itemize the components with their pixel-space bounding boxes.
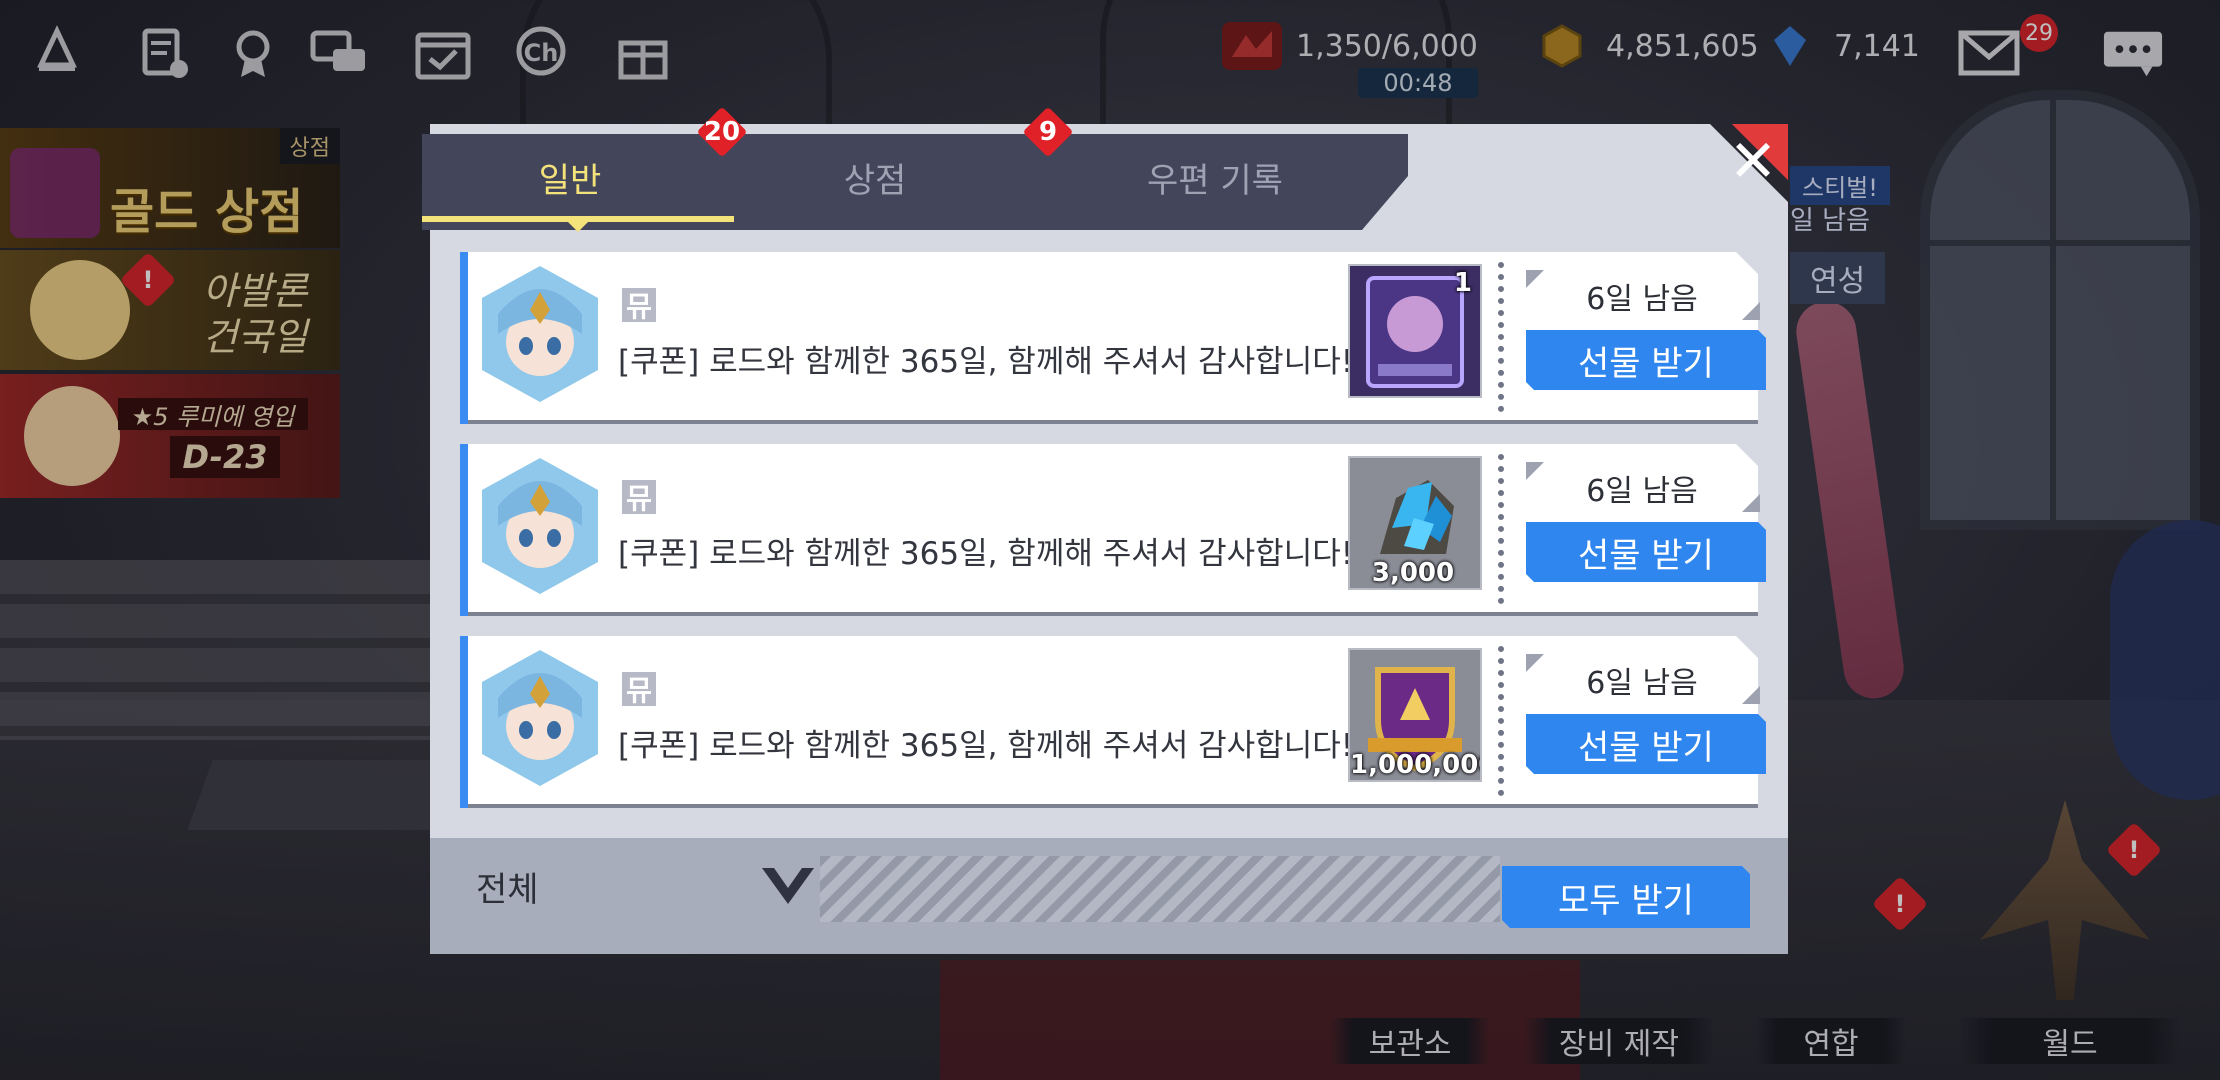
tab-general[interactable]: 일반 bbox=[450, 134, 690, 220]
ticket-perforation bbox=[1498, 454, 1504, 604]
mail-item[interactable]: 뮤 [쿠폰] 로드와 함께한 365일, 함께해 주셔서 감사합니다! 1,00… bbox=[460, 636, 1766, 808]
reward-quantity: 1,000,000 bbox=[1350, 750, 1482, 780]
reward-item[interactable]: 3,000 bbox=[1348, 456, 1482, 590]
active-tab-caret bbox=[566, 220, 590, 232]
sender-name: 뮤 bbox=[622, 480, 656, 515]
claim-all-button[interactable]: 모두 받기 bbox=[1502, 866, 1750, 928]
claim-gift-button[interactable]: 선물 받기 bbox=[1526, 714, 1766, 774]
filter-dropdown-label[interactable]: 전체 bbox=[476, 862, 539, 911]
ticket-perforation bbox=[1498, 646, 1504, 796]
general-tab-badge: 20 bbox=[696, 106, 748, 158]
expiry-label: 6일 남음 bbox=[1586, 666, 1698, 701]
close-icon[interactable]: ✕ bbox=[1726, 132, 1780, 190]
reward-item[interactable]: 1 bbox=[1348, 264, 1482, 398]
expiry-label: 6일 남음 bbox=[1586, 474, 1698, 509]
mail-list: 뮤 [쿠폰] 로드와 함께한 365일, 함께해 주셔서 감사합니다! 1 6일… bbox=[460, 252, 1766, 812]
mailbox-footer: 전체 모두 받기 bbox=[430, 838, 1788, 954]
footer-stripe-decoration bbox=[820, 856, 1500, 922]
reward-quantity: 1 bbox=[1453, 268, 1472, 298]
chevron-down-icon[interactable] bbox=[758, 860, 818, 910]
mail-item[interactable]: 뮤 [쿠폰] 로드와 함께한 365일, 함께해 주셔서 감사합니다! 1 6일… bbox=[460, 252, 1766, 424]
sender-portrait bbox=[478, 648, 602, 788]
reward-quantity: 3,000 bbox=[1371, 558, 1455, 588]
mail-subject: [쿠폰] 로드와 함께한 365일, 함께해 주셔서 감사합니다! bbox=[618, 536, 1354, 572]
mail-subject: [쿠폰] 로드와 함께한 365일, 함께해 주셔서 감사합니다! bbox=[618, 728, 1354, 764]
reward-item[interactable]: 1,000,000 bbox=[1348, 648, 1482, 782]
ticket-perforation bbox=[1498, 262, 1504, 412]
shop-tab-badge: 9 bbox=[1022, 106, 1074, 158]
sender-name: 뮤 bbox=[622, 672, 656, 707]
claim-gift-button[interactable]: 선물 받기 bbox=[1526, 522, 1766, 582]
claim-gift-button[interactable]: 선물 받기 bbox=[1526, 330, 1766, 390]
expiry-label: 6일 남음 bbox=[1586, 282, 1698, 317]
tab-shop[interactable]: 상점 bbox=[760, 134, 990, 220]
sender-portrait bbox=[478, 264, 602, 404]
tab-mail-history[interactable]: 우편 기록 bbox=[1070, 134, 1360, 220]
mail-subject: [쿠폰] 로드와 함께한 365일, 함께해 주셔서 감사합니다! bbox=[618, 344, 1354, 380]
mailbox-dialog: 일반 상점 우편 기록 20 9 ✕ 뮤 [쿠폰] 로드와 함께한 365일, … bbox=[422, 106, 1788, 954]
sender-portrait bbox=[478, 456, 602, 596]
mail-item[interactable]: 뮤 [쿠폰] 로드와 함께한 365일, 함께해 주셔서 감사합니다! 3,00… bbox=[460, 444, 1766, 616]
sender-name: 뮤 bbox=[622, 288, 656, 323]
